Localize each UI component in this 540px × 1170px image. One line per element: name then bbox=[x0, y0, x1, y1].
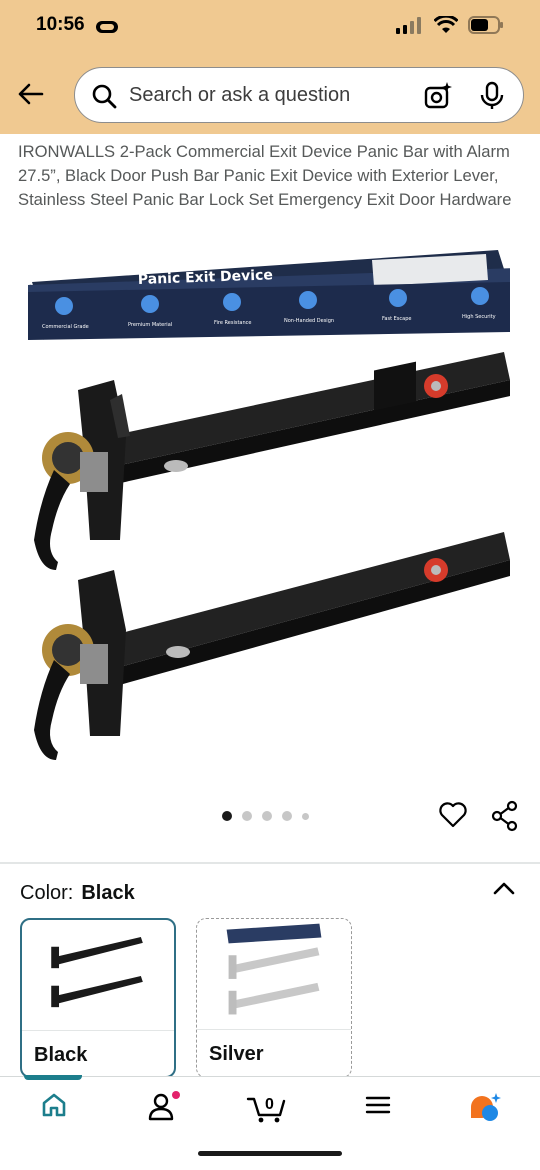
box-feature-4: Non-Handed Design bbox=[284, 318, 334, 324]
search-input[interactable]: Search or ask a question bbox=[74, 67, 524, 123]
product-title[interactable]: IRONWALLS 2-Pack Commercial Exit Device … bbox=[18, 140, 528, 212]
status-icons bbox=[396, 16, 504, 34]
color-option-silver[interactable]: Silver bbox=[196, 918, 352, 1078]
active-tab-indicator bbox=[24, 1075, 82, 1080]
section-divider bbox=[0, 862, 540, 864]
collapse-button[interactable] bbox=[492, 878, 516, 903]
carousel-dot[interactable] bbox=[242, 811, 252, 821]
silver-swatch-image bbox=[226, 923, 322, 1015]
camera-search-icon[interactable] bbox=[423, 81, 453, 111]
box-feature-3: Fire Resistance bbox=[214, 320, 251, 326]
carousel-dot[interactable] bbox=[302, 812, 309, 820]
status-bar: 10:56 bbox=[0, 0, 540, 54]
swatch-divider bbox=[197, 1029, 351, 1030]
color-label: Color: bbox=[20, 882, 74, 904]
wishlist-button[interactable] bbox=[438, 800, 468, 835]
product-photo: Push Bar Panic Exit Device Commercial Gr… bbox=[28, 250, 510, 760]
black-swatch-image bbox=[51, 937, 143, 1008]
back-button[interactable] bbox=[12, 76, 48, 112]
cart-icon: 0 bbox=[246, 1096, 286, 1123]
search-placeholder: Search or ask a question bbox=[129, 84, 351, 106]
share-button[interactable] bbox=[490, 800, 520, 837]
home-icon bbox=[42, 1093, 66, 1117]
battery-icon bbox=[468, 16, 503, 34]
swatch-divider bbox=[22, 1030, 174, 1031]
cart-count: 0 bbox=[265, 1096, 274, 1113]
carousel-dot[interactable] bbox=[282, 811, 292, 821]
color-option-label: Black bbox=[34, 1044, 88, 1066]
share-icon bbox=[491, 800, 518, 832]
person-icon bbox=[148, 1091, 180, 1121]
heart-icon bbox=[439, 802, 467, 828]
image-carousel-dots bbox=[222, 811, 309, 821]
color-option-label: Silver bbox=[209, 1043, 264, 1065]
menu-icon bbox=[365, 1096, 391, 1114]
search-icon bbox=[92, 84, 117, 109]
microphone-icon[interactable] bbox=[479, 81, 505, 111]
panic-bar-1 bbox=[34, 352, 510, 570]
color-selector-header: Color: Black bbox=[20, 882, 135, 905]
assistant-icon bbox=[471, 1093, 501, 1121]
color-option-black[interactable]: Black bbox=[20, 918, 176, 1078]
tab-rufus-assistant[interactable] bbox=[468, 1091, 504, 1128]
tab-menu[interactable] bbox=[364, 1091, 392, 1124]
box-feature-5: Fast Escape bbox=[382, 316, 411, 322]
notification-dot bbox=[172, 1091, 180, 1099]
box-feature-1: Commercial Grade bbox=[42, 324, 89, 330]
arrow-left-icon bbox=[18, 83, 44, 105]
tab-account[interactable] bbox=[146, 1091, 180, 1128]
cellular-signal-icon bbox=[396, 17, 421, 34]
header: Search or ask a question bbox=[0, 54, 540, 134]
panic-bar-2 bbox=[34, 532, 510, 760]
product-box: Push Bar Panic Exit Device Commercial Gr… bbox=[28, 250, 510, 340]
status-time: 10:56 bbox=[36, 14, 85, 35]
home-indicator bbox=[198, 1151, 342, 1156]
tab-cart[interactable]: 0 bbox=[246, 1091, 290, 1128]
selected-color: Black bbox=[81, 882, 135, 904]
wifi-icon bbox=[434, 16, 458, 33]
chevron-up-icon bbox=[493, 882, 515, 895]
carousel-dot[interactable] bbox=[262, 811, 272, 821]
tab-home[interactable] bbox=[40, 1091, 68, 1124]
product-image[interactable]: Push Bar Panic Exit Device Commercial Gr… bbox=[0, 240, 540, 800]
box-feature-6: High Security bbox=[462, 314, 496, 320]
carousel-dot[interactable] bbox=[222, 811, 232, 821]
focus-icon bbox=[96, 21, 118, 33]
box-feature-2: Premium Material bbox=[128, 322, 172, 328]
